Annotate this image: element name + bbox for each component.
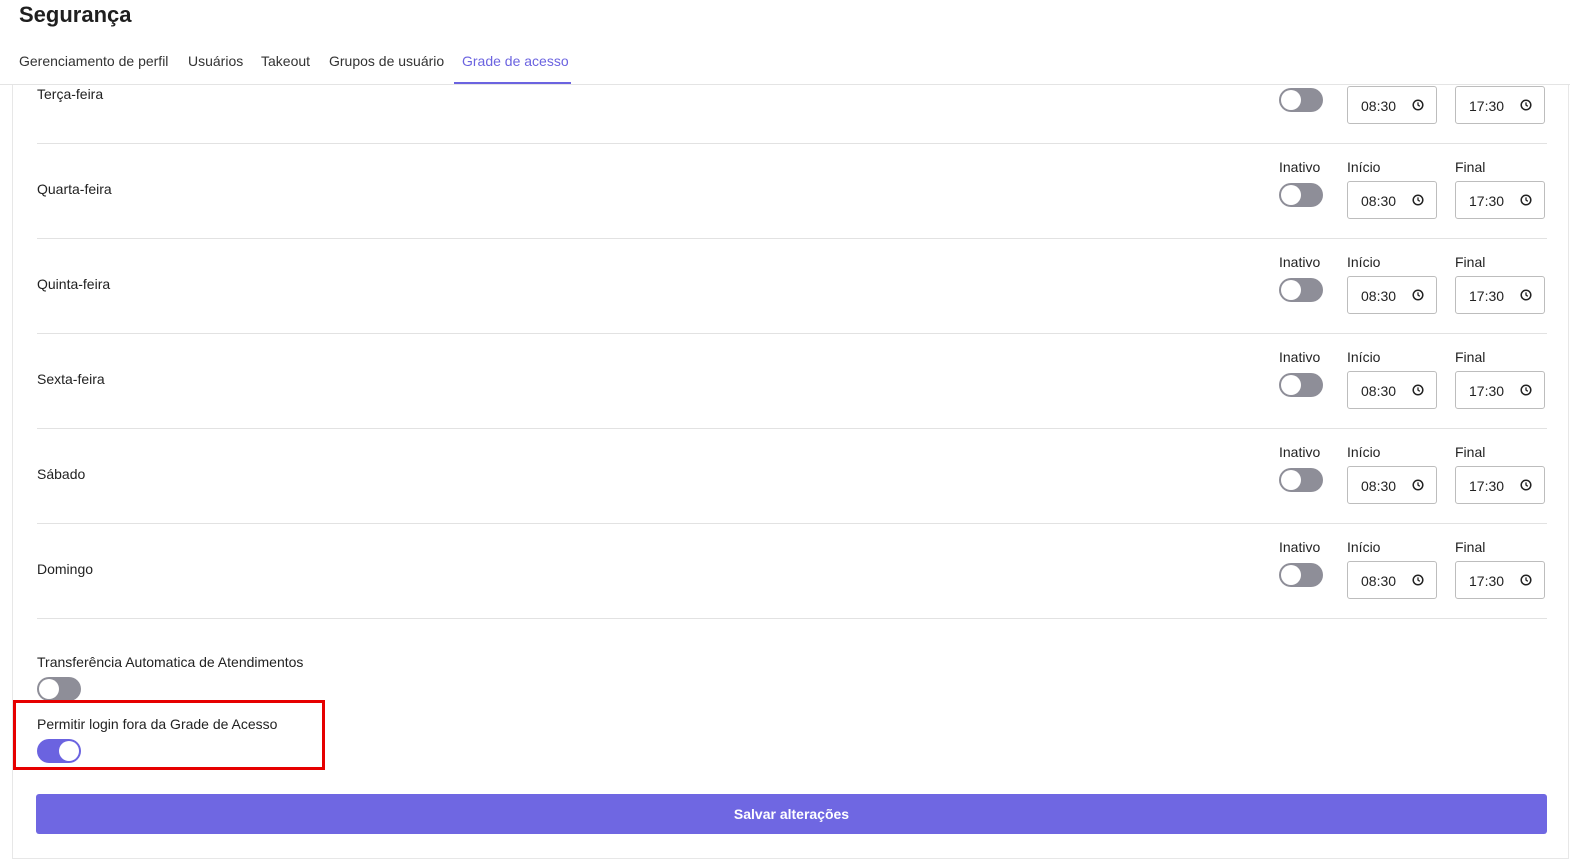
day-active-toggle[interactable] — [1279, 88, 1323, 112]
start-time-input[interactable]: 08:30 — [1347, 276, 1437, 314]
end-time-input[interactable]: 17:30 — [1455, 466, 1545, 504]
end-time-value: 17:30 — [1469, 98, 1505, 114]
active-tab-indicator — [454, 82, 571, 84]
end-label: Final — [1455, 539, 1486, 555]
toggle-knob — [1281, 375, 1301, 395]
start-label: Início — [1347, 159, 1381, 175]
day-row-friday: Sexta-feira Inativo Início Final 08:30 1… — [37, 333, 1547, 429]
end-label: Final — [1455, 349, 1486, 365]
start-time-input[interactable]: 08:30 — [1347, 181, 1437, 219]
toggle-knob — [1281, 280, 1301, 300]
tab-profile-management[interactable]: Gerenciamento de perfil — [19, 53, 168, 69]
day-name: Sábado — [37, 466, 86, 482]
day-name: Terça-feira — [37, 86, 104, 102]
toggle-knob — [1281, 565, 1301, 585]
end-time-value: 17:30 — [1469, 573, 1505, 589]
day-active-toggle[interactable] — [1279, 468, 1323, 492]
clock-icon[interactable] — [1412, 574, 1424, 586]
start-time-input[interactable]: 08:30 — [1347, 371, 1437, 409]
tab-access-grid[interactable]: Grade de acesso — [462, 53, 569, 69]
security-page: Segurança Gerenciamento de perfil Usuári… — [0, 0, 1570, 868]
end-time-input[interactable]: 17:30 — [1455, 86, 1545, 124]
tab-user-groups[interactable]: Grupos de usuário — [329, 53, 444, 69]
start-time-input[interactable]: 08:30 — [1347, 86, 1437, 124]
start-time-input[interactable]: 08:30 — [1347, 561, 1437, 599]
clock-icon[interactable] — [1520, 289, 1532, 301]
day-name: Domingo — [37, 561, 94, 577]
clock-icon[interactable] — [1412, 479, 1424, 491]
clock-icon[interactable] — [1520, 194, 1532, 206]
end-label: Final — [1455, 444, 1486, 460]
day-active-toggle[interactable] — [1279, 563, 1323, 587]
tab-users[interactable]: Usuários — [188, 53, 243, 69]
status-label: Inativo — [1279, 444, 1321, 460]
end-time-input[interactable]: 17:30 — [1455, 181, 1545, 219]
access-grid-card: Terça-feira Inativo Início Final 08:30 1… — [12, 85, 1569, 859]
start-time-value: 08:30 — [1361, 193, 1397, 209]
end-time-value: 17:30 — [1469, 383, 1505, 399]
clock-icon[interactable] — [1520, 99, 1532, 111]
toggle-knob — [59, 741, 79, 761]
auto-transfer-toggle[interactable] — [37, 677, 81, 701]
start-time-value: 08:30 — [1361, 383, 1397, 399]
day-active-toggle[interactable] — [1279, 183, 1323, 207]
clock-icon[interactable] — [1412, 194, 1424, 206]
end-time-input[interactable]: 17:30 — [1455, 276, 1545, 314]
start-time-input[interactable]: 08:30 — [1347, 466, 1437, 504]
day-name: Quinta-feira — [37, 276, 111, 292]
login-outside-grid-toggle[interactable] — [37, 739, 81, 763]
end-time-value: 17:30 — [1469, 288, 1505, 304]
day-row-sunday: Domingo Inativo Início Final 08:30 17:30 — [37, 523, 1547, 619]
clock-icon[interactable] — [1412, 384, 1424, 396]
clock-icon[interactable] — [1520, 479, 1532, 491]
toggle-knob — [39, 679, 59, 699]
clock-icon[interactable] — [1412, 289, 1424, 301]
day-active-toggle[interactable] — [1279, 278, 1323, 302]
toggle-knob — [1281, 90, 1301, 110]
tab-takeout[interactable]: Takeout — [261, 53, 310, 69]
day-row-wednesday: Quarta-feira Inativo Início Final 08:30 … — [37, 143, 1547, 239]
status-label: Inativo — [1279, 349, 1321, 365]
end-label: Final — [1455, 159, 1486, 175]
toggle-knob — [1281, 470, 1301, 490]
start-label: Início — [1347, 539, 1381, 555]
day-name: Sexta-feira — [37, 371, 105, 387]
day-name: Quarta-feira — [37, 181, 112, 197]
toggle-knob — [1281, 185, 1301, 205]
start-label: Início — [1347, 254, 1381, 270]
end-time-input[interactable]: 17:30 — [1455, 561, 1545, 599]
start-time-value: 08:30 — [1361, 573, 1397, 589]
end-time-value: 17:30 — [1469, 478, 1505, 494]
status-label: Inativo — [1279, 254, 1321, 270]
end-time-input[interactable]: 17:30 — [1455, 371, 1545, 409]
start-time-value: 08:30 — [1361, 98, 1397, 114]
auto-transfer-label: Transferência Automatica de Atendimentos — [37, 654, 304, 670]
start-label: Início — [1347, 349, 1381, 365]
day-row-tuesday: Terça-feira Inativo Início Final 08:30 1… — [37, 85, 1547, 144]
save-changes-button[interactable]: Salvar alterações — [36, 794, 1547, 834]
start-time-value: 08:30 — [1361, 288, 1397, 304]
login-outside-grid-label: Permitir login fora da Grade de Acesso — [37, 716, 278, 732]
day-row-saturday: Sábado Inativo Início Final 08:30 17:30 — [37, 428, 1547, 524]
clock-icon[interactable] — [1520, 574, 1532, 586]
start-label: Início — [1347, 444, 1381, 460]
start-time-value: 08:30 — [1361, 478, 1397, 494]
end-time-value: 17:30 — [1469, 193, 1505, 209]
page-title: Segurança — [19, 2, 132, 27]
end-label: Final — [1455, 254, 1486, 270]
status-label: Inativo — [1279, 159, 1321, 175]
clock-icon[interactable] — [1520, 384, 1532, 396]
clock-icon[interactable] — [1412, 99, 1424, 111]
status-label: Inativo — [1279, 539, 1321, 555]
day-row-thursday: Quinta-feira Inativo Início Final 08:30 … — [37, 238, 1547, 334]
tab-bar: Gerenciamento de perfil Usuários Takeout… — [0, 40, 1570, 85]
day-active-toggle[interactable] — [1279, 373, 1323, 397]
